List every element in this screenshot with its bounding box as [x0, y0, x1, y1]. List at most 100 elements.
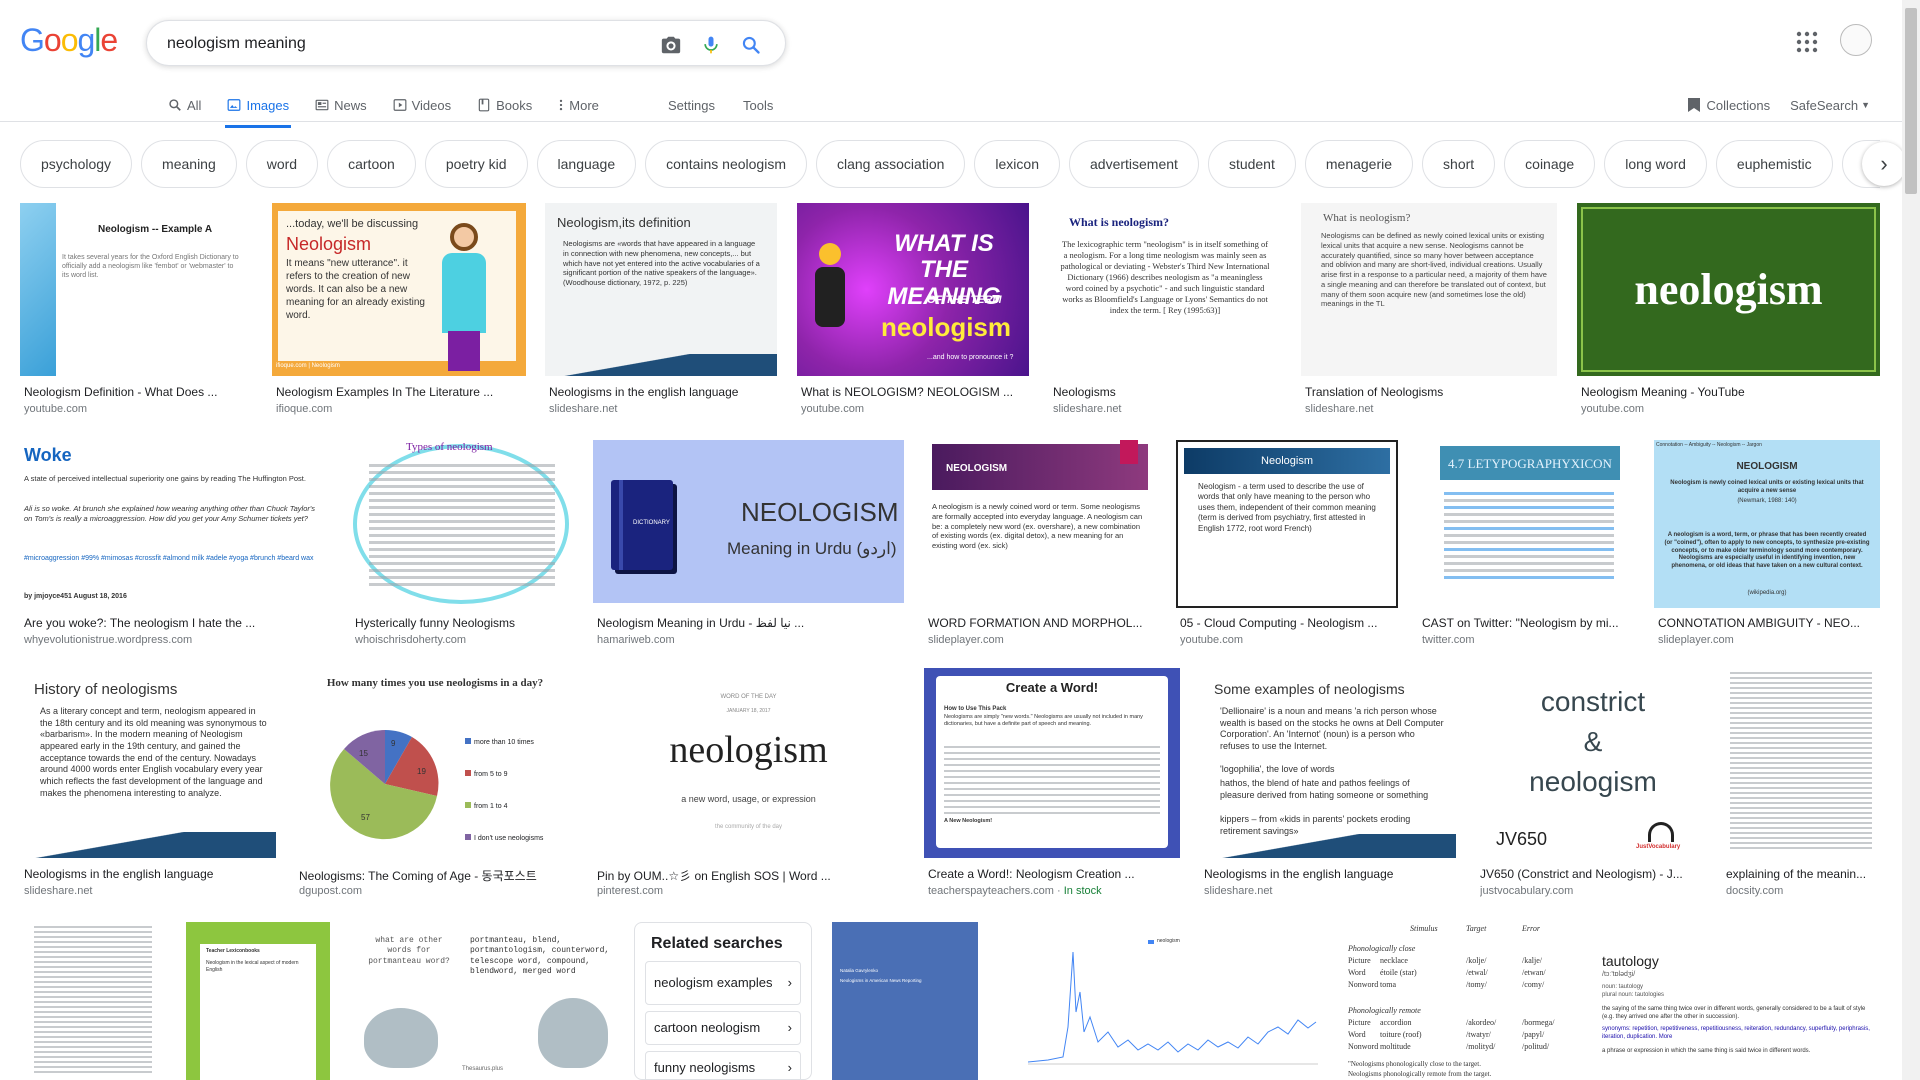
- result-thumbnail[interactable]: Some examples of neologisms 'Dellionaire…: [1200, 668, 1456, 858]
- tab-images[interactable]: Images: [225, 88, 291, 128]
- image-result[interactable]: Natalia Gavrylenko Neologisms in America…: [832, 922, 978, 1080]
- image-result[interactable]: [20, 922, 166, 1080]
- image-result[interactable]: What is neologism? Neologisms can be def…: [1301, 203, 1557, 418]
- result-thumbnail[interactable]: WORD OF THE DAY JANUARY 18, 2017 neologi…: [593, 668, 904, 844]
- result-thumbnail[interactable]: WHAT IS THE MEANING OF THE TERM neologis…: [797, 203, 1029, 376]
- chip-advertisement[interactable]: advertisement: [1069, 140, 1199, 188]
- chip-language[interactable]: language: [536, 140, 637, 188]
- tab-news[interactable]: News: [313, 88, 369, 122]
- tab-videos[interactable]: Videos: [391, 88, 454, 122]
- result-thumbnail[interactable]: Natalia Gavrylenko Neologisms in America…: [832, 922, 978, 1080]
- result-title[interactable]: Pin by OUM..☆彡 on English SOS | Word ...: [597, 867, 900, 884]
- result-thumbnail[interactable]: constrict & neologism JV650 JustVocabula…: [1476, 668, 1710, 858]
- image-result[interactable]: WHAT IS THE MEANING OF THE TERM neologis…: [797, 203, 1029, 418]
- result-thumbnail[interactable]: What is neologism? Neologisms can be def…: [1301, 203, 1557, 376]
- result-title[interactable]: Create a Word!: Neologism Creation ...: [928, 867, 1176, 881]
- chip-clang-association[interactable]: clang association: [816, 140, 966, 188]
- chip-psychology[interactable]: psychology: [20, 140, 133, 188]
- avatar[interactable]: [1840, 24, 1872, 56]
- result-title[interactable]: Neologism Meaning in Urdu - نیا لفظ ...: [597, 616, 900, 630]
- result-thumbnail[interactable]: Create a Word! How to Use This Pack Neol…: [924, 668, 1180, 858]
- result-title[interactable]: Neologisms in the english language: [24, 867, 272, 881]
- tab-more[interactable]: More: [556, 88, 601, 122]
- result-thumbnail[interactable]: Neologism,its definition Neologisms are …: [545, 203, 777, 376]
- result-title[interactable]: JV650 (Constrict and Neologism) - J...: [1480, 867, 1706, 881]
- result-title[interactable]: CAST on Twitter: "Neologism by mi...: [1422, 616, 1630, 630]
- result-thumbnail[interactable]: 4.7 LETYPOGRAPHYXICON: [1418, 440, 1634, 608]
- image-result[interactable]: Types of neologism Hysterically funny Ne…: [351, 440, 573, 655]
- image-result[interactable]: tautology /tɔː'tɒlədʒi/ noun: tautology …: [1588, 922, 1880, 1080]
- result-thumbnail[interactable]: What is neologism? The lexicographic ter…: [1049, 203, 1281, 376]
- result-title[interactable]: Hysterically funny Neologisms: [355, 616, 569, 630]
- result-thumbnail[interactable]: neologism: [1577, 203, 1880, 376]
- result-thumbnail[interactable]: How many times you use neologisms in a d…: [295, 668, 573, 858]
- page-scrollbar[interactable]: [1902, 0, 1920, 1080]
- result-title[interactable]: Neologisms: The Coming of Age - 동국포스트: [299, 867, 569, 884]
- result-thumbnail[interactable]: Woke A state of perceived intellectual s…: [20, 440, 331, 608]
- chevron-right-icon[interactable]: ›: [1862, 142, 1906, 186]
- result-title[interactable]: WORD FORMATION AND MORPHOL...: [928, 616, 1152, 630]
- safesearch-link[interactable]: SafeSearch ▼: [1790, 98, 1870, 113]
- tab-all[interactable]: All: [166, 88, 203, 122]
- image-result[interactable]: neologism: [998, 922, 1324, 1080]
- result-thumbnail[interactable]: Neologism Neologism - a term used to des…: [1176, 440, 1398, 608]
- result-thumbnail[interactable]: History of neologisms As a literary conc…: [20, 668, 276, 858]
- chip-short[interactable]: short: [1422, 140, 1496, 188]
- result-title[interactable]: Are you woke?: The neologism I hate the …: [24, 616, 327, 630]
- related-search-item[interactable]: funny neologisms ›: [645, 1051, 801, 1079]
- tools-link[interactable]: Tools: [743, 98, 773, 113]
- image-result[interactable]: Neologism Neologism - a term used to des…: [1176, 440, 1398, 655]
- result-thumbnail[interactable]: DICTIONARY NEOLOGISM Meaning in Urdu (ار…: [593, 440, 904, 603]
- chip-coinage[interactable]: coinage: [1504, 140, 1596, 188]
- image-result[interactable]: explaining of the meanin... docsity.com: [1722, 668, 1880, 908]
- image-result[interactable]: WORD OF THE DAY JANUARY 18, 2017 neologi…: [593, 668, 904, 908]
- image-result[interactable]: Neologism,its definition Neologisms are …: [545, 203, 777, 418]
- result-thumbnail[interactable]: [20, 922, 166, 1080]
- result-title[interactable]: CONNOTATION AMBIGUITY - NEO...: [1658, 616, 1876, 630]
- result-thumbnail[interactable]: Connotation -- Ambiguity -- Neologism --…: [1654, 440, 1880, 608]
- image-result[interactable]: Teacher Lexiconbooks Neologism in the le…: [186, 922, 330, 1080]
- image-result[interactable]: Neologism -- Example A It takes several …: [20, 203, 252, 418]
- settings-link[interactable]: Settings: [668, 98, 715, 113]
- chip-contains-neologism[interactable]: contains neologism: [645, 140, 807, 188]
- result-title[interactable]: What is NEOLOGISM? NEOLOGISM ...: [801, 385, 1025, 399]
- result-thumbnail[interactable]: what are other words for portmanteau wor…: [350, 922, 614, 1080]
- chip-menagerie[interactable]: menagerie: [1304, 140, 1414, 188]
- image-result[interactable]: 4.7 LETYPOGRAPHYXICON CAST on Twitter: "…: [1418, 440, 1634, 655]
- related-search-item[interactable]: cartoon neologism ›: [645, 1011, 801, 1045]
- image-result[interactable]: Woke A state of perceived intellectual s…: [20, 440, 331, 655]
- scrollbar-thumb[interactable]: [1905, 8, 1917, 194]
- image-result[interactable]: What is neologism? The lexicographic ter…: [1049, 203, 1281, 418]
- result-title[interactable]: Neologism Examples In The Literature ...: [276, 385, 522, 399]
- image-result[interactable]: Create a Word! How to Use This Pack Neol…: [924, 668, 1180, 908]
- image-result[interactable]: what are other words for portmanteau wor…: [350, 922, 614, 1080]
- tab-books[interactable]: Books: [475, 88, 534, 122]
- result-thumbnail[interactable]: ...today, we'll be discussing Neologism …: [272, 203, 526, 376]
- image-result[interactable]: NEOLOGISM A neologism is a newly coined …: [924, 440, 1156, 655]
- chip-word[interactable]: word: [245, 140, 319, 188]
- search-icon[interactable]: [739, 33, 763, 57]
- image-result[interactable]: How many times you use neologisms in a d…: [295, 668, 573, 908]
- result-thumbnail[interactable]: Neologism -- Example A It takes several …: [20, 203, 252, 376]
- result-title[interactable]: Translation of Neologisms: [1305, 385, 1553, 399]
- collections-link[interactable]: Collections: [1687, 97, 1770, 113]
- image-result[interactable]: DICTIONARY NEOLOGISM Meaning in Urdu (ار…: [593, 440, 904, 655]
- result-thumbnail[interactable]: Types of neologism: [351, 440, 573, 608]
- result-title[interactable]: Neologisms in the english language: [549, 385, 773, 399]
- image-result[interactable]: ...today, we'll be discussing Neologism …: [272, 203, 526, 418]
- search-input[interactable]: [167, 33, 627, 55]
- chip-cartoon[interactable]: cartoon: [327, 140, 416, 188]
- image-result[interactable]: constrict & neologism JV650 JustVocabula…: [1476, 668, 1710, 908]
- result-title[interactable]: 05 - Cloud Computing - Neologism ...: [1180, 616, 1394, 630]
- chip-poetry-kid[interactable]: poetry kid: [424, 140, 528, 188]
- image-result[interactable]: Some examples of neologisms 'Dellionaire…: [1200, 668, 1456, 908]
- result-title[interactable]: Neologism Definition - What Does ...: [24, 385, 248, 399]
- result-title[interactable]: Neologisms: [1053, 385, 1277, 399]
- result-thumbnail[interactable]: Teacher Lexiconbooks Neologism in the le…: [186, 922, 330, 1080]
- result-thumbnail[interactable]: NEOLOGISM A neologism is a newly coined …: [924, 440, 1156, 608]
- result-title[interactable]: Neologism Meaning - YouTube: [1581, 385, 1876, 399]
- chip-lexicon[interactable]: lexicon: [974, 140, 1060, 188]
- image-result[interactable]: History of neologisms As a literary conc…: [20, 668, 276, 908]
- chip-long-word[interactable]: long word: [1604, 140, 1707, 188]
- related-search-item[interactable]: neologism examples ›: [645, 961, 801, 1005]
